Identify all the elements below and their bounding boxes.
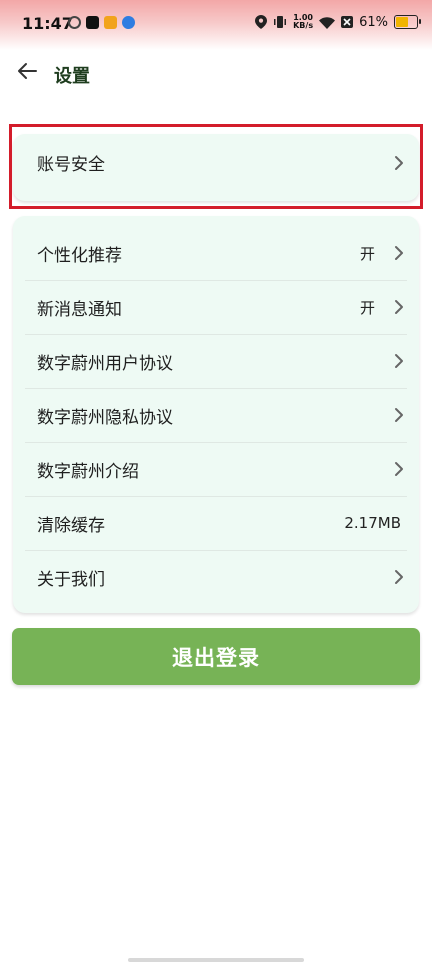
setting-label: 数字蔚州隐私协议 (37, 407, 173, 428)
setting-label: 关于我们 (37, 569, 105, 590)
setting-row-about-us[interactable]: 关于我们 (13, 550, 419, 604)
status-bar: 11:47 1.00 KB/s 61% (0, 0, 432, 50)
settings-list-card: 个性化推荐 开 新消息通知 开 数字蔚州用户协议 数字蔚州隐私协议 数字蔚州介绍… (13, 216, 419, 613)
home-indicator[interactable] (128, 958, 304, 962)
notification-icons (68, 16, 135, 29)
battery-icon (394, 15, 421, 29)
setting-label: 账号安全 (37, 155, 105, 175)
browser-icon (122, 16, 135, 29)
vibrate-icon (274, 16, 287, 28)
wifi-icon (319, 16, 336, 29)
account-card: 账号安全 (13, 134, 419, 201)
setting-row-introduction[interactable]: 数字蔚州介绍 (13, 442, 419, 496)
setting-row-message-notification[interactable]: 新消息通知 开 (13, 280, 419, 334)
no-sim-icon (341, 16, 354, 28)
logout-button[interactable]: 退出登录 (12, 628, 420, 685)
app-header: 设置 (0, 50, 432, 96)
setting-row-privacy-agreement[interactable]: 数字蔚州隐私协议 (13, 388, 419, 442)
setting-label: 数字蔚州用户协议 (37, 353, 173, 374)
network-speed: 1.00 KB/s (293, 13, 314, 30)
setting-label: 个性化推荐 (37, 245, 122, 266)
setting-label: 新消息通知 (37, 299, 122, 320)
location-icon (255, 15, 268, 29)
chevron-right-icon (395, 408, 403, 422)
battery-percent: 61% (359, 14, 388, 30)
setting-row-clear-cache[interactable]: 清除缓存 2.17MB (13, 496, 419, 550)
setting-label: 数字蔚州介绍 (37, 461, 139, 482)
setting-value: 开 (359, 298, 375, 317)
setting-value: 开 (359, 244, 375, 263)
setting-row-personalized-recommendation[interactable]: 个性化推荐 开 (13, 226, 419, 280)
chevron-right-icon (395, 570, 403, 584)
chevron-right-icon (395, 354, 403, 368)
chevron-right-icon (395, 300, 403, 314)
chevron-right-icon (395, 155, 403, 170)
status-time: 11:47 (22, 14, 73, 33)
shop-icon (104, 16, 117, 29)
page-title: 设置 (54, 66, 90, 87)
setting-label: 清除缓存 (37, 515, 105, 536)
setting-row-account-security[interactable]: 账号安全 (13, 134, 419, 191)
cache-size-value: 2.17MB (344, 514, 401, 532)
tiktok-icon (86, 16, 99, 29)
chevron-right-icon (395, 462, 403, 476)
back-arrow-icon[interactable] (16, 60, 38, 82)
setting-row-user-agreement[interactable]: 数字蔚州用户协议 (13, 334, 419, 388)
app-notification-icon (68, 16, 81, 29)
chevron-right-icon (395, 246, 403, 260)
